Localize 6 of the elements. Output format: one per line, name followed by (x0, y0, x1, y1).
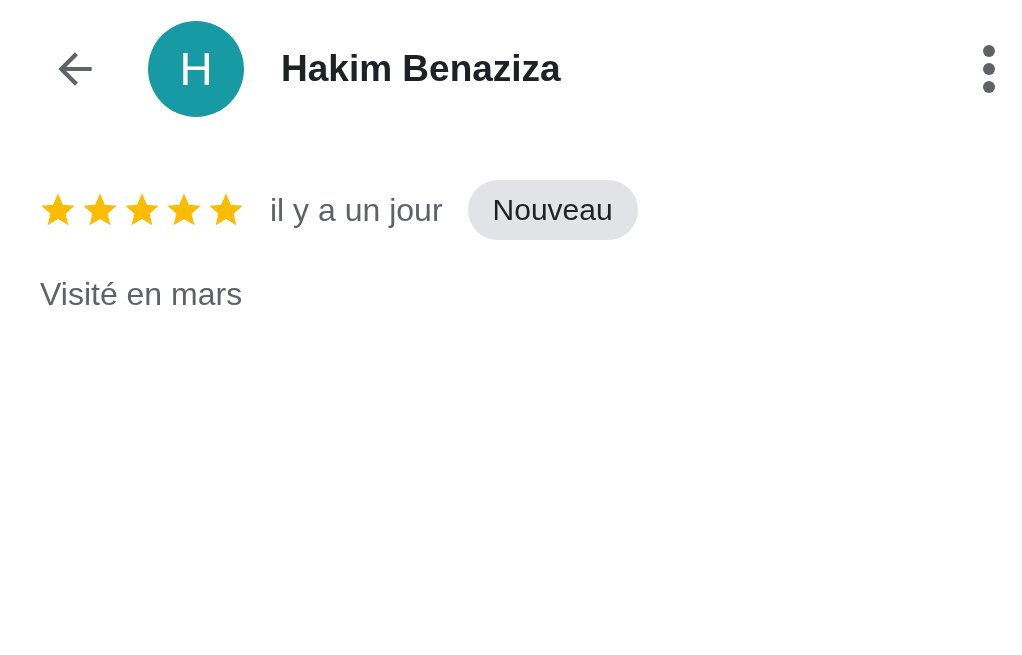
review-time: il y a un jour (270, 191, 443, 229)
reviewer-name: Hakim Benaziza (281, 48, 562, 90)
more-icon (982, 44, 996, 94)
visit-date: Visité en mars (39, 275, 244, 313)
avatar: H (148, 21, 244, 117)
new-badge: Nouveau (467, 180, 638, 240)
